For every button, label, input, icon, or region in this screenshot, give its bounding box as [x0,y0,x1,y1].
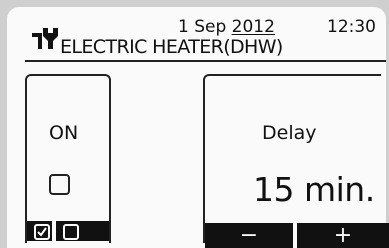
date-year: 2012 [231,17,275,37]
date-day-month: 1 Sep [178,17,232,37]
status-label: ON [49,122,79,144]
delay-value: 15 min. [253,170,375,209]
unchecked-box-icon[interactable] [63,224,79,240]
delay-label: Delay [262,122,317,144]
on-off-panel[interactable] [25,74,111,243]
header-time: 12:30 [327,17,376,37]
bar-separator [52,221,56,241]
delay-panel [203,74,381,243]
function-bar-left [27,221,109,241]
header-divider [25,60,386,62]
decrease-button[interactable]: − [205,223,293,248]
increase-button[interactable]: + [297,223,389,248]
minus-icon: − [239,222,259,248]
wrench-icon [32,28,58,49]
plus-icon: + [333,222,353,248]
header-date: 1 Sep 2012 [178,19,275,36]
checked-box-icon[interactable] [34,224,50,240]
on-checkbox[interactable] [49,174,70,195]
page-title: ELECTRIC HEATER(DHW) [60,36,283,58]
